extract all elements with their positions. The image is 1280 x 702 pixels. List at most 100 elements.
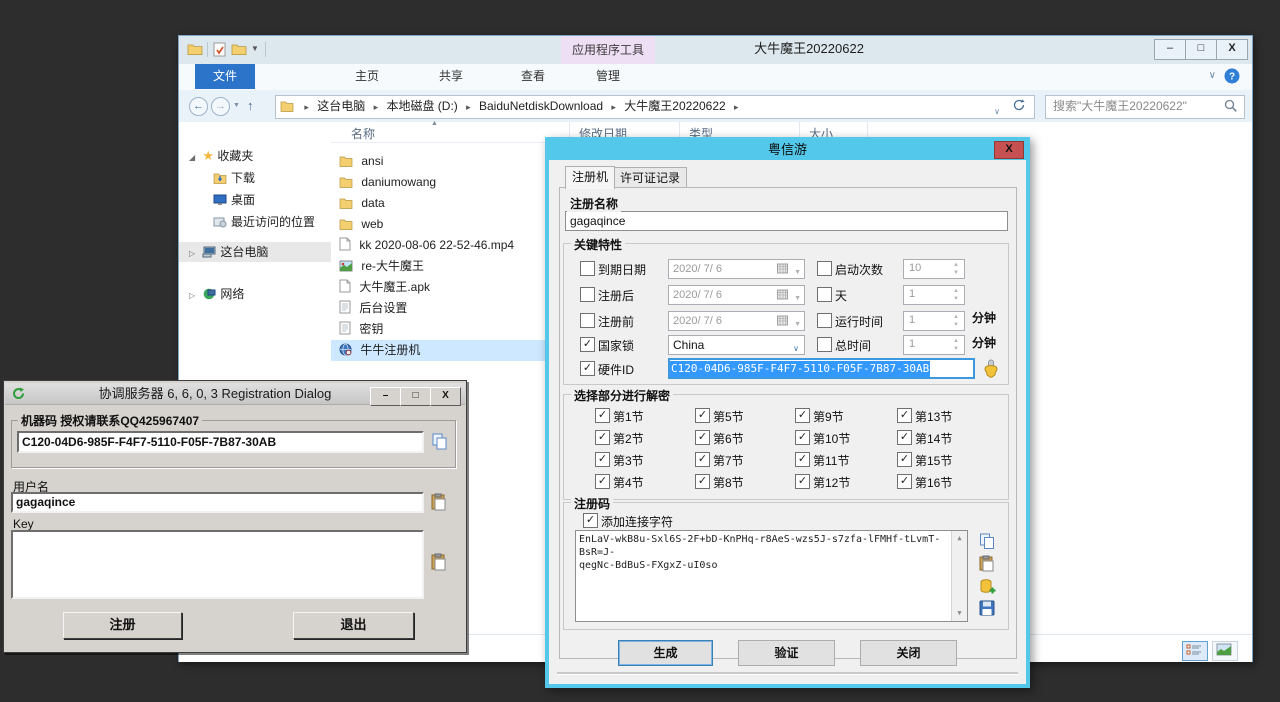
tab-license-log[interactable]: 许可证记录 <box>613 167 687 189</box>
after-reg-checkbox[interactable] <box>580 287 595 302</box>
total-time-spinner[interactable]: 1 ▲▼ <box>903 335 965 355</box>
forward-icon[interactable]: → <box>211 97 230 116</box>
section-8-checkbox[interactable] <box>695 474 710 489</box>
register-button[interactable]: 注册 <box>63 612 182 639</box>
scroll-up-icon[interactable]: ▲ <box>953 532 966 545</box>
generate-button[interactable]: 生成 <box>618 640 713 666</box>
section-14-checkbox[interactable] <box>897 430 912 445</box>
sidebar-item-network[interactable]: ▷ 网络 <box>179 284 244 304</box>
section-13-checkbox[interactable] <box>897 408 912 423</box>
before-reg-checkbox[interactable] <box>580 313 595 328</box>
days-checkbox[interactable] <box>817 287 832 302</box>
section-3-checkbox[interactable] <box>595 452 610 467</box>
search-input[interactable]: 搜索"大牛魔王20220622" <box>1045 95 1245 119</box>
after-reg-date-field[interactable]: 2020/ 7/ 6 ▼ <box>668 285 805 305</box>
paste-icon[interactable] <box>979 555 995 572</box>
hardware-id-checkbox[interactable] <box>580 361 595 376</box>
section-7-checkbox[interactable] <box>695 452 710 467</box>
sidebar-item-downloads[interactable]: 下载 <box>179 168 255 188</box>
paste-icon[interactable] <box>431 553 447 571</box>
exit-button[interactable]: 退出 <box>293 612 414 639</box>
scroll-down-icon[interactable]: ▼ <box>953 607 966 620</box>
address-dropdown-icon[interactable]: ∨ <box>994 102 1000 119</box>
tab-share[interactable]: 共享 <box>423 64 479 89</box>
paste-icon[interactable] <box>431 493 447 511</box>
country-select[interactable]: China ∨ <box>668 335 805 355</box>
dropdown-icon[interactable]: ▼ <box>794 290 801 308</box>
sidebar-item-desktop[interactable]: 桌面 <box>179 190 255 210</box>
add-key-icon[interactable] <box>979 578 997 595</box>
section-5-checkbox[interactable] <box>695 408 710 423</box>
join-chars-checkbox[interactable] <box>583 513 598 528</box>
explorer-titlebar[interactable]: ▼ 应用程序工具 大牛魔王20220622 – □ X <box>179 36 1252 64</box>
days-spinner[interactable]: 1 ▲▼ <box>903 285 965 305</box>
minimize-button[interactable]: – <box>1154 39 1186 60</box>
username-field[interactable]: gagaqince <box>11 492 424 513</box>
section-1-checkbox[interactable] <box>595 408 610 423</box>
launch-count-checkbox[interactable] <box>817 261 832 276</box>
properties-icon[interactable] <box>213 42 229 57</box>
sidebar-item-favorites[interactable]: ◢ ★ 收藏夹 <box>179 146 253 166</box>
search-icon[interactable] <box>1224 99 1238 113</box>
column-header-name[interactable]: 名称 <box>351 125 375 142</box>
tab-home[interactable]: 主页 <box>337 64 397 89</box>
dropdown-icon[interactable]: ∨ <box>793 340 799 358</box>
scrollbar[interactable]: ▲ ▼ <box>951 531 967 621</box>
before-reg-date-field[interactable]: 2020/ 7/ 6 ▼ <box>668 311 805 331</box>
hardware-id-field[interactable]: C120-04D6-985F-F4F7-5110-F05F-7B87-30AB <box>668 358 975 379</box>
runtime-spinner[interactable]: 1 ▲▼ <box>903 311 965 331</box>
ribbon-collapse-icon[interactable]: ∨ <box>1209 70 1216 81</box>
machine-code-field[interactable]: C120-04D6-985F-F4F7-5110-F05F-7B87-30AB <box>17 431 424 453</box>
expander-icon[interactable]: ▷ <box>189 286 199 306</box>
minimize-button[interactable]: – <box>370 387 401 406</box>
close-dialog-button[interactable]: 关闭 <box>860 640 957 666</box>
section-12-checkbox[interactable] <box>795 474 810 489</box>
view-details-button[interactable] <box>1182 641 1208 661</box>
spinner-arrows-icon[interactable]: ▲▼ <box>949 287 963 303</box>
total-time-checkbox[interactable] <box>817 337 832 352</box>
section-16-checkbox[interactable] <box>897 474 912 489</box>
section-15-checkbox[interactable] <box>897 452 912 467</box>
tab-view[interactable]: 查看 <box>505 64 561 89</box>
runtime-checkbox[interactable] <box>817 313 832 328</box>
help-icon[interactable]: ? <box>1224 68 1240 84</box>
spinner-arrows-icon[interactable]: ▲▼ <box>949 337 963 353</box>
breadcrumb[interactable]: 这台电脑 <box>314 96 368 116</box>
sidebar-item-this-pc[interactable]: ▷ 这台电脑 <box>179 242 331 262</box>
dropdown-icon[interactable]: ▼ <box>794 316 801 334</box>
spinner-arrows-icon[interactable]: ▲▼ <box>949 313 963 329</box>
tab-file[interactable]: 文件 <box>195 64 255 89</box>
section-6-checkbox[interactable] <box>695 430 710 445</box>
copy-icon[interactable] <box>979 533 996 550</box>
section-9-checkbox[interactable] <box>795 408 810 423</box>
sidebar-item-recent[interactable]: 最近访问的位置 <box>179 212 315 232</box>
maximize-button[interactable]: □ <box>1185 39 1217 60</box>
verify-button[interactable]: 验证 <box>738 640 835 666</box>
section-2-checkbox[interactable] <box>595 430 610 445</box>
reg-name-input[interactable]: gagaqince <box>565 211 1008 231</box>
dropdown-icon[interactable]: ▼ <box>794 264 801 282</box>
expiry-date-checkbox[interactable] <box>580 261 595 276</box>
fingerprint-thumb-icon[interactable] <box>982 359 1000 378</box>
reg-code-textarea[interactable]: EnLaV-wkB8u-Sxl6S-2F+bD-KnPHq-r8AeS-wzs5… <box>575 530 968 622</box>
close-button[interactable]: X <box>994 141 1024 159</box>
expander-icon[interactable]: ▷ <box>189 244 199 264</box>
maximize-button[interactable]: □ <box>400 387 431 406</box>
address-bar[interactable]: ▸ 这台电脑 ▸ 本地磁盘 (D:) ▸ BaiduNetdiskDownloa… <box>275 95 1035 119</box>
launch-count-spinner[interactable]: 10 ▲▼ <box>903 259 965 279</box>
spinner-arrows-icon[interactable]: ▲▼ <box>949 261 963 277</box>
breadcrumb[interactable]: 大牛魔王20220622 <box>621 96 728 116</box>
keygen-titlebar[interactable]: 粤信游 <box>549 141 1026 160</box>
country-lock-checkbox[interactable] <box>580 337 595 352</box>
view-thumbnails-button[interactable] <box>1212 641 1238 661</box>
breadcrumb[interactable]: 本地磁盘 (D:) <box>383 96 460 116</box>
close-button[interactable]: X <box>1216 39 1248 60</box>
history-dropdown-icon[interactable]: ▼ <box>233 102 240 109</box>
refresh-icon[interactable] <box>1012 98 1026 112</box>
registration-titlebar[interactable]: 协调服务器 6, 6, 0, 3 Registration Dialog – □… <box>5 383 465 405</box>
new-folder-icon[interactable] <box>231 42 247 57</box>
close-button[interactable]: X <box>430 387 461 406</box>
section-10-checkbox[interactable] <box>795 430 810 445</box>
up-icon[interactable]: ↑ <box>247 98 254 113</box>
qat-dropdown-icon[interactable]: ▼ <box>251 44 259 53</box>
